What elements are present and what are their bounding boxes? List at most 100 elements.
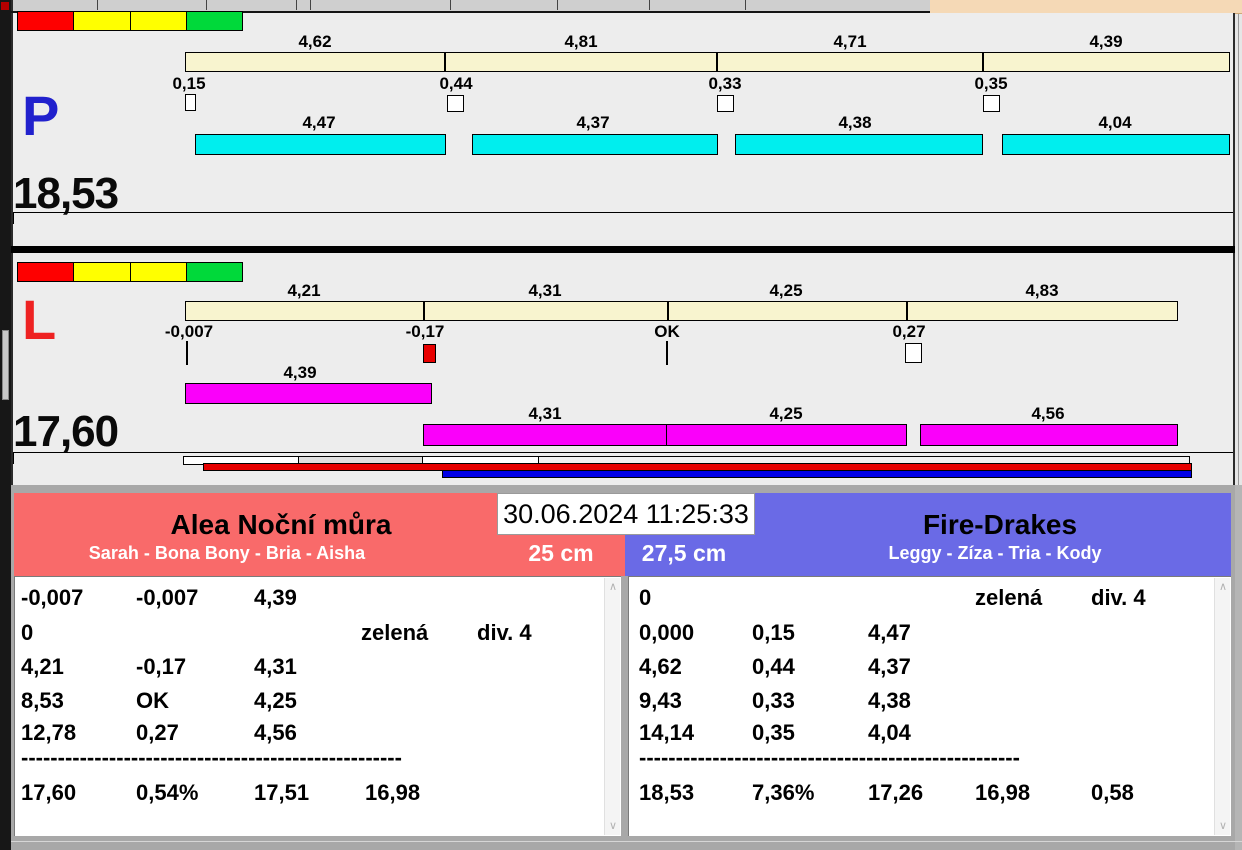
- result-cell: 4,47: [868, 620, 911, 645]
- result-total-cell: 7,36%: [752, 780, 815, 805]
- p-traffic-light-scale: [17, 11, 243, 31]
- scroll-up-icon[interactable]: ∧: [605, 580, 621, 594]
- background-window-red-icon: [1, 2, 9, 10]
- right-team-name: Fire-Drakes: [922, 509, 1078, 540]
- p-change-label: 0,35: [974, 74, 1008, 93]
- result-cell: 4,56: [254, 720, 297, 745]
- right-results-panel[interactable]: 0 zelená div. 4 0,000 0,15 4,47 4,62 0,4…: [628, 576, 1231, 836]
- scale-yellow-segment: [130, 263, 187, 281]
- p-split-label: 4,39: [1089, 32, 1123, 51]
- left-results-panel[interactable]: -0,007 -0,007 4,39 0 zelená div. 4 4,21 …: [14, 576, 621, 836]
- l-leg-label: 4,31: [528, 404, 562, 423]
- result-cell: OK: [136, 688, 169, 713]
- scale-green-segment: [186, 12, 242, 30]
- p-change-label: 0,33: [708, 74, 742, 93]
- left-team-name: Alea Noční můra: [170, 509, 392, 540]
- left-team-jump-height: 25 cm: [528, 540, 594, 566]
- l-change-mark-fault: [423, 344, 436, 363]
- results-separator: ----------------------------------------…: [21, 745, 402, 770]
- l-track-border: [13, 452, 1233, 453]
- result-cell: 4,62: [639, 654, 682, 679]
- l-split-bar: [185, 301, 1178, 321]
- toolbar-tick: [296, 0, 297, 10]
- result-total-cell: 17,51: [254, 780, 310, 805]
- right-team-dogs: Leggy - Zíza - Tria - Kody: [888, 543, 1102, 563]
- l-split-label: 4,21: [287, 281, 321, 300]
- result-cell: 4,38: [868, 688, 911, 713]
- l-change-mark-tick: [666, 341, 668, 365]
- result-cell: 9,43: [639, 688, 682, 713]
- l-first-leg-label: 4,39: [283, 363, 317, 382]
- p-lane-total-time: 18,53: [13, 169, 119, 218]
- l-change-mark-tick: [186, 341, 188, 365]
- toolbar-tick: [310, 0, 311, 10]
- right-results-scrollbar[interactable]: ∧ ∨: [1214, 578, 1230, 835]
- l-leg-bar: [666, 424, 907, 446]
- lane-divider: [11, 246, 1235, 253]
- p-split-label: 4,62: [298, 32, 332, 51]
- result-cell: 0: [639, 585, 652, 610]
- p-leg-bar: [735, 134, 983, 155]
- background-window-corner: [930, 0, 1242, 14]
- split-divider: [716, 53, 718, 71]
- result-cell: 4,25: [254, 688, 297, 713]
- p-change-mark-box: [185, 94, 196, 111]
- result-total-cell: 16,98: [365, 780, 421, 805]
- result-cell: 0: [21, 620, 34, 645]
- l-leg-bar: [423, 424, 667, 446]
- result-cell: 0,44: [752, 654, 795, 679]
- l-first-leg-bar: [185, 383, 432, 404]
- top-toolbar-strip: [13, 0, 935, 11]
- result-cell: div. 4: [1091, 585, 1146, 610]
- scroll-down-icon[interactable]: ∨: [605, 819, 621, 833]
- p-leg-bar: [472, 134, 718, 155]
- scale-yellow-segment: [74, 263, 131, 281]
- scroll-up-icon[interactable]: ∧: [1215, 580, 1231, 594]
- toolbar-tick: [557, 0, 558, 10]
- l-split-label: 4,31: [528, 281, 562, 300]
- l-leg-label: 4,56: [1031, 404, 1065, 423]
- p-change-label: 0,44: [439, 74, 473, 93]
- l-lane-total-time: 17,60: [13, 407, 119, 456]
- result-cell: 8,53: [21, 688, 64, 713]
- split-divider: [906, 302, 908, 320]
- results-separator: ----------------------------------------…: [639, 745, 1020, 770]
- toolbar-tick: [206, 0, 207, 10]
- left-results-scrollbar[interactable]: ∧ ∨: [604, 578, 620, 835]
- p-split-label: 4,81: [564, 32, 598, 51]
- p-leg-label: 4,47: [302, 113, 336, 132]
- result-cell: zelená: [361, 620, 429, 645]
- timing-app-window: 4,62 4,81 4,71 4,39 0,15 0,44 0,33 0,35 …: [0, 0, 1242, 850]
- p-track-tick: [13, 213, 14, 224]
- result-cell: -0,17: [136, 654, 187, 679]
- p-change-mark-box: [717, 95, 734, 112]
- split-divider: [667, 302, 669, 320]
- scale-red-segment: [18, 263, 75, 281]
- l-lane-letter: L: [22, 288, 57, 351]
- result-cell: 0,33: [752, 688, 795, 713]
- background-scrollbar-thumb[interactable]: [2, 330, 9, 400]
- p-leg-label: 4,38: [838, 113, 872, 132]
- background-window-edge: [0, 0, 11, 850]
- toolbar-tick: [97, 0, 98, 10]
- p-leg-bar: [195, 134, 446, 155]
- p-leg-label: 4,04: [1098, 113, 1132, 132]
- datetime-display: 30.06.2024 11:25:33: [497, 493, 755, 535]
- toolbar-tick: [649, 0, 650, 10]
- l-leg-label: 4,25: [769, 404, 803, 423]
- left-team-dogs: Sarah - Bona Bony - Bria - Aisha: [88, 543, 366, 563]
- result-cell: 4,37: [868, 654, 911, 679]
- l-change-label: -0,17: [405, 322, 445, 341]
- l-change-mark-box: [905, 343, 922, 363]
- result-total-cell: 18,53: [639, 780, 695, 805]
- l-track-tick: [13, 453, 14, 464]
- l-split-label: 4,25: [769, 281, 803, 300]
- result-cell: zelená: [975, 585, 1043, 610]
- scroll-down-icon[interactable]: ∨: [1215, 819, 1231, 833]
- l-change-label: -0,007: [164, 322, 214, 341]
- p-split-bar: [185, 52, 1230, 72]
- p-track-border: [13, 212, 1233, 213]
- result-cell: 4,21: [21, 654, 64, 679]
- split-divider: [444, 53, 446, 71]
- result-total-cell: 0,54%: [136, 780, 199, 805]
